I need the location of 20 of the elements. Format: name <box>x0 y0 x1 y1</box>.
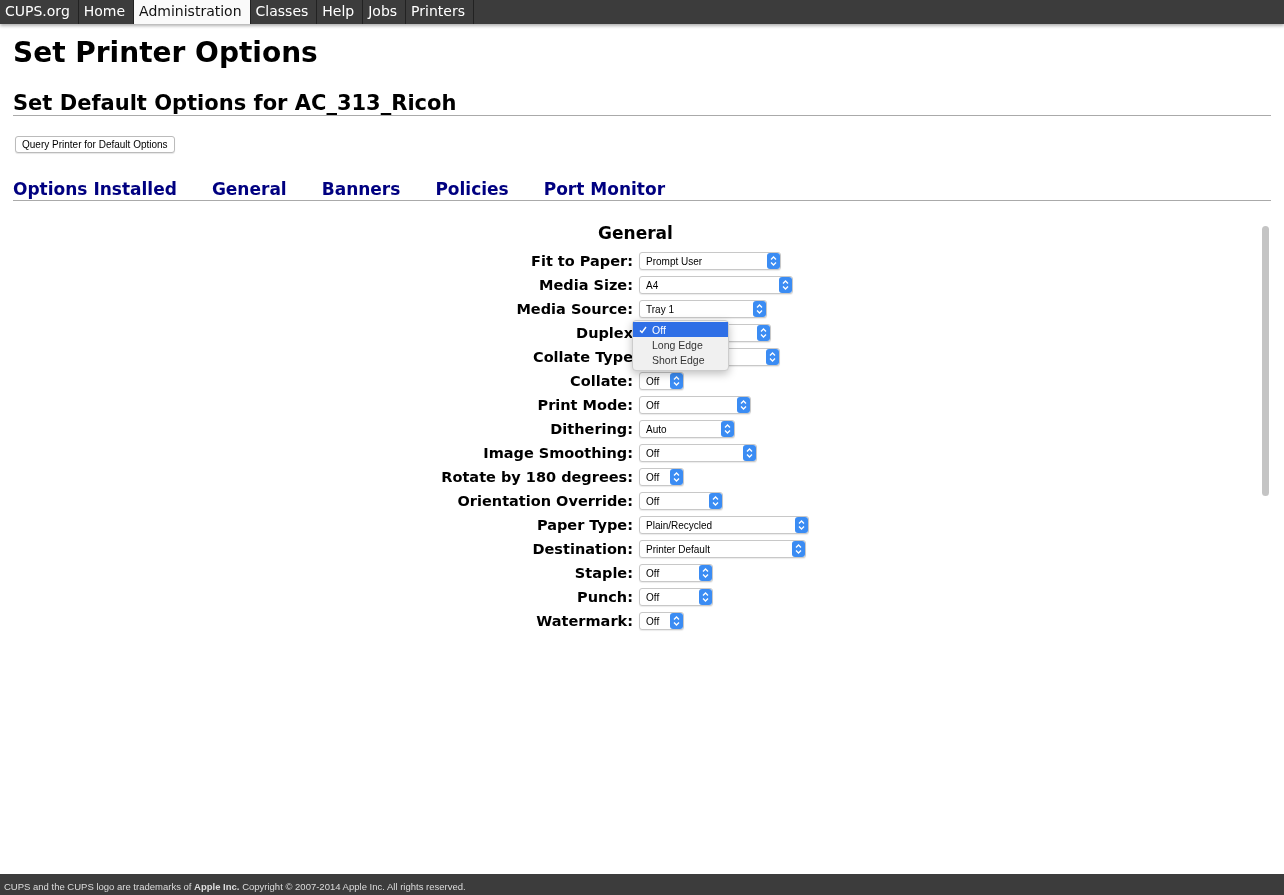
option-label: Punch: <box>577 588 633 607</box>
option-label: Image Smoothing: <box>483 444 633 463</box>
page-title: Set Printer Options <box>13 36 318 69</box>
option-label: Collate Type <box>533 348 633 367</box>
option-label: Staple: <box>574 564 633 583</box>
section-title: Set Default Options for AC_313_Ricoh <box>13 91 457 115</box>
option-label: Collate: <box>570 372 633 391</box>
option-label: Orientation Override: <box>457 492 633 511</box>
option-label: Paper Type: <box>536 516 633 535</box>
option-label: Rotate by 180 degrees: <box>441 468 633 487</box>
option-label: Destination: <box>532 540 633 559</box>
option-label: Media Size: <box>539 276 633 295</box>
option-label: Print Mode: <box>537 396 633 415</box>
group-title: General <box>598 223 674 243</box>
option-label: Duplex <box>576 324 633 343</box>
option-label: Dithering: <box>550 420 633 439</box>
option-label: Watermark: <box>536 612 633 631</box>
option-label: Media Source: <box>516 300 633 319</box>
option-label: Fit to Paper: <box>531 252 633 271</box>
footer-text: CUPS and the CUPS logo are trademarks of Apple Inc. Copyright © 2007-2014 Apple Inc. All rights reserved. <box>0 874 1284 895</box>
